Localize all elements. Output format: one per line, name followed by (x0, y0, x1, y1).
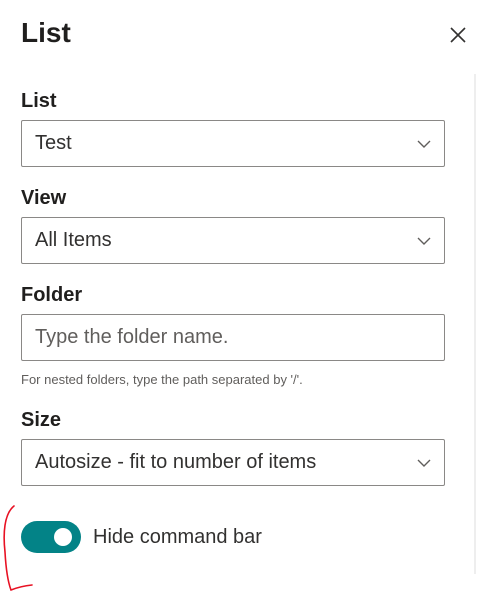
list-dropdown[interactable]: Test (21, 120, 445, 167)
size-dropdown-value: Autosize - fit to number of items (35, 451, 317, 473)
view-label: View (21, 187, 67, 209)
list-label: List (21, 90, 57, 112)
panel-title: List (21, 17, 71, 48)
chevron-down-icon (416, 233, 432, 249)
view-dropdown[interactable]: All Items (21, 217, 445, 264)
hide-command-bar-toggle[interactable] (21, 521, 81, 553)
chevron-down-icon (416, 136, 432, 152)
close-button[interactable] (444, 21, 472, 49)
toggle-thumb (54, 528, 72, 546)
list-dropdown-value: Test (35, 132, 72, 154)
panel-divider (474, 74, 476, 574)
hide-command-bar-label: Hide command bar (93, 526, 262, 548)
size-dropdown[interactable]: Autosize - fit to number of items (21, 439, 445, 486)
folder-name-input[interactable] (21, 314, 445, 361)
folder-label: Folder (21, 284, 83, 306)
folder-helper-text: For nested folders, type the path separa… (21, 372, 303, 387)
chevron-down-icon (416, 455, 432, 471)
hide-command-bar-row: Hide command bar (21, 520, 421, 554)
list-settings-panel: List List Test View All Items Folder For… (0, 0, 477, 596)
view-dropdown-value: All Items (35, 229, 112, 251)
size-label: Size (21, 409, 62, 431)
close-icon (444, 21, 472, 49)
